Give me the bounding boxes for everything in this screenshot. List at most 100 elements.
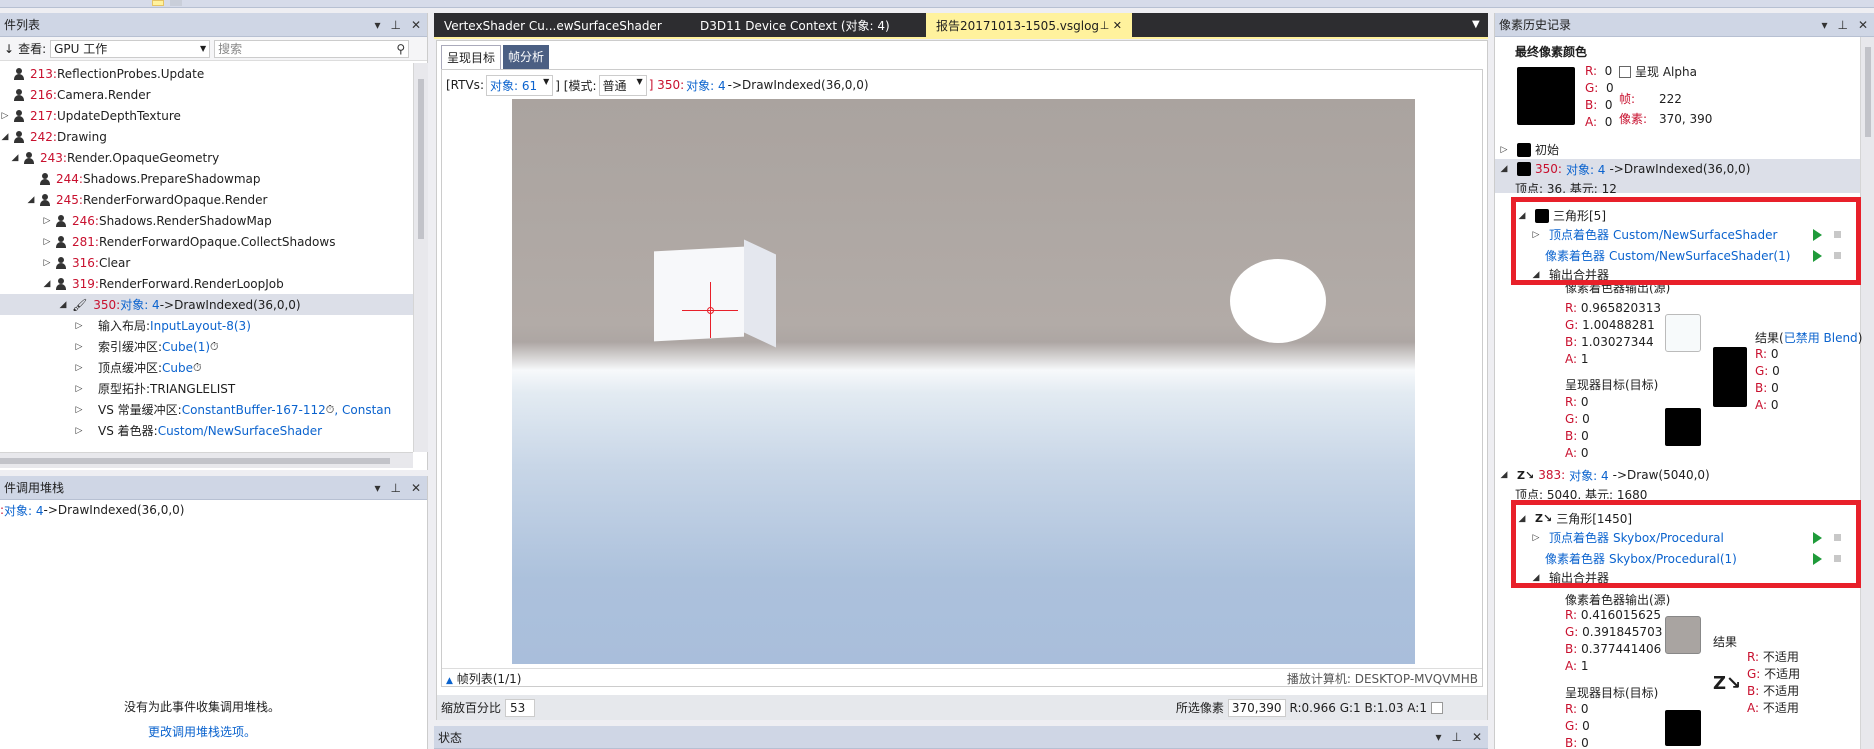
expand-icon[interactable]: ▷ [42,216,52,226]
frame-list-label: 帧列表(1/1) [456,672,522,686]
callstack-row[interactable]: : 对象: 4 ->DrawIndexed(36,0,0) [0,500,427,520]
a-label: A: [1747,701,1760,715]
expand-icon[interactable]: ▷ [74,405,84,415]
event-child-row[interactable]: ▷ VS 着色器: Custom/NewSurfaceShader [0,420,413,441]
callstack-options-link[interactable]: 更改调用堆栈选项。 [148,723,256,740]
pin-icon[interactable]: ⊥ [388,18,402,32]
child-link[interactable]: InputLayout-8(3) [150,319,251,333]
draw2-obj[interactable]: 对象: 4 [1569,467,1609,484]
child-label: 输入布局: [98,319,151,333]
highlight-box-1 [1511,197,1861,285]
collapse-icon[interactable]: ◢ [10,153,20,163]
draw1-obj[interactable]: 对象: 4 [1566,161,1606,178]
collapse-icon[interactable]: ◢ [1499,164,1509,174]
child-link[interactable]: Cube [162,361,193,375]
event-row[interactable]: 244: Shadows.PrepareShadowmap [0,168,413,189]
down-arrow-icon[interactable]: ↓ [4,42,14,56]
event-row[interactable]: ◢ 319: RenderForward.RenderLoopJob [0,273,413,294]
close-icon[interactable]: ✕ [1470,730,1484,744]
event-row[interactable]: ◢ 242: Drawing [0,126,413,147]
dropdown-icon[interactable]: ▾ [372,18,382,32]
event-child-row[interactable]: ▷ 原型拓扑:TRIANGLELIST [0,378,413,399]
event-row[interactable]: ◢ 245: RenderForwardOpaque.Render [0,189,413,210]
view-select[interactable]: GPU 工作 ▼ [50,39,211,58]
expand-icon[interactable]: ▷ [74,384,84,394]
tab-vertex-shader[interactable]: VertexShader Cu...ewSurfaceShader [434,13,664,39]
child-link[interactable]: ConstantBuffer-167-112 [182,403,326,417]
event-row[interactable]: ▷ 217: UpdateDepthTexture [0,105,413,126]
collapse-icon[interactable]: ◢ [26,195,36,205]
expand-icon[interactable]: ▷ [0,111,10,121]
alpha-checkbox[interactable] [1619,65,1631,78]
expand-icon[interactable]: ▷ [74,342,84,352]
child-link[interactable]: Custom/NewSurfaceShader [158,424,322,438]
subtab-render-target[interactable]: 呈现目标 [441,45,502,70]
event-child-row[interactable]: ▷ 顶点缓冲区: Cube ⏱ [0,357,413,378]
event-row-selected[interactable]: ◢ 🖌 350: 对象: 4 ->DrawIndexed(36,0,0) [0,294,413,315]
expand-icon[interactable]: ▷ [42,237,52,247]
rtv-select[interactable]: 对象: 61 ▼ [485,74,554,96]
history-scrollbar[interactable] [1860,37,1874,749]
child-link[interactable]: Cube(1) [162,340,210,354]
tab-label: VertexShader Cu...ewSurfaceShader [444,19,662,33]
hscroll-thumb[interactable] [0,458,390,464]
close-icon[interactable]: ✕ [1856,18,1870,32]
scroll-thumb[interactable] [1865,47,1871,137]
search-input[interactable]: 搜索 ⚲ [214,39,410,58]
collapse-icon[interactable]: ◢ [42,279,52,289]
toolbar-icon[interactable] [170,0,182,6]
scroll-thumb[interactable] [418,79,424,239]
alpha-checkbox-row[interactable]: 呈现 Alpha [1619,63,1697,80]
close-icon[interactable]: ✕ [409,18,423,32]
event-row[interactable]: ▷ 246: Shadows.RenderShadowMap [0,210,413,231]
selected-pixel-input[interactable]: 370,390 [1227,698,1286,717]
mode-select[interactable]: 普通 ▼ [598,74,647,96]
expand-icon[interactable]: ▷ [74,363,84,373]
toolbar-highlight[interactable] [152,0,164,6]
tab-overflow-icon[interactable]: ▼ [1472,19,1480,30]
child-extra-link[interactable]: , Constan [334,403,391,417]
clock-icon: ⏱ [210,339,219,353]
collapse-icon[interactable]: ◢ [1499,470,1509,480]
event-row[interactable]: 216: Camera.Render [0,84,413,105]
expand-icon[interactable]: ▷ [74,321,84,331]
expand-icon[interactable]: ▷ [1499,145,1509,155]
subtab-frame-analysis[interactable]: 帧分析 [503,45,550,70]
event-row[interactable]: ▷ 281: RenderForwardOpaque.CollectShadows [0,231,413,252]
event-row[interactable]: ◢ 243: Render.OpaqueGeometry [0,147,413,168]
view-label: 查看: [18,42,47,56]
event-child-row[interactable]: ▷ 输入布局: InputLayout-8(3) [0,315,413,336]
event-child-row[interactable]: ▷ VS 常量缓冲区: ConstantBuffer-167-112 ⏱, Const… [0,399,413,420]
expand-icon[interactable]: ▷ [74,426,84,436]
close-icon[interactable]: ✕ [409,481,423,495]
blend-link[interactable]: 已禁用 Blend [1784,331,1858,345]
draw1-row[interactable]: ◢ 350: 对象: 4 ->DrawIndexed(36,0,0) 顶点: 36… [1495,159,1860,193]
initial-row[interactable]: ▷ 初始 [1499,141,1559,158]
zoom-input[interactable]: 53 [505,698,536,717]
event-list-scrollbar[interactable] [413,63,428,452]
tab-device-context[interactable]: D3D11 Device Context (对象: 4) [690,13,920,39]
draw2-row[interactable]: ◢ Z↘ 383: 对象: 4 ->Draw(5040,0) 顶点: 5040, … [1495,465,1860,499]
pin-icon[interactable]: ⊥ [1449,730,1463,744]
collapse-icon[interactable]: ◢ [58,300,68,310]
collapse-icon[interactable]: ◢ [0,132,10,142]
dropdown-icon[interactable]: ▾ [372,481,382,495]
pin-icon[interactable]: ⊥ [1835,18,1849,32]
callstack-call: ->DrawIndexed(36,0,0) [43,503,185,517]
event-child-row[interactable]: ▷ 索引缓冲区: Cube(1) ⏱ [0,336,413,357]
frame-list-toggle[interactable]: ▲ 帧列表(1/1) [446,670,521,687]
event-row[interactable]: 213: ReflectionProbes.Update [0,63,413,84]
call-obj[interactable]: 对象: 4 [686,77,726,94]
callstack-obj[interactable]: 对象: 4 [4,502,44,519]
tab-report[interactable]: 报告20171013-1505.vsglog ⊥ ✕ [926,13,1132,39]
horizontal-scrollbar[interactable] [0,452,413,468]
pin-icon[interactable]: ⊥ ✕ [1100,13,1122,39]
event-obj-link[interactable]: 对象: 4 [120,296,160,313]
mode-label: ] [模式: [555,78,597,93]
render-target-image[interactable] [512,99,1415,664]
event-row[interactable]: ▷ 316: Clear [0,252,413,273]
expand-icon[interactable]: ▷ [42,258,52,268]
pin-icon[interactable]: ⊥ [388,481,402,495]
dropdown-icon[interactable]: ▾ [1433,730,1443,744]
dropdown-icon[interactable]: ▾ [1819,18,1829,32]
